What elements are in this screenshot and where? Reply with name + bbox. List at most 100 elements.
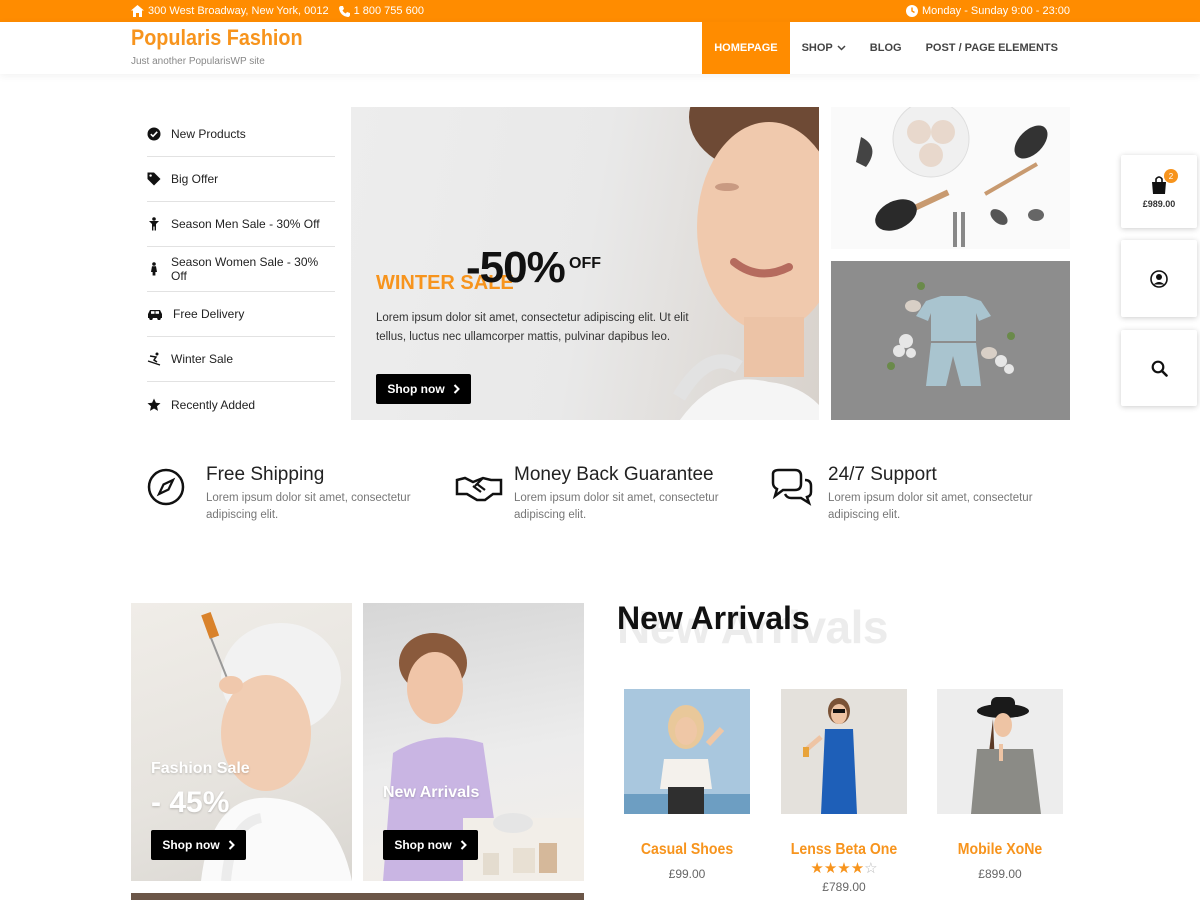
home-icon — [131, 5, 144, 17]
button-label: Shop now — [162, 838, 220, 852]
hero-off-label: OFF — [569, 255, 601, 272]
main-nav: HOMEPAGE SHOP BLOG POST / PAGE ELEMENTS — [702, 22, 1070, 74]
sidebar-item-label: Season Women Sale - 30% Off — [171, 255, 319, 283]
product-price: £99.00 — [668, 867, 706, 881]
top-bar: 300 West Broadway, New York, 0012 1 800 … — [0, 0, 1200, 22]
product-name[interactable]: Casual Shoes — [632, 841, 743, 859]
nav-label: HOMEPAGE — [714, 42, 778, 54]
chevron-right-icon — [228, 840, 235, 850]
product-price: £899.00 — [978, 867, 1022, 881]
sidebar-item-label: Winter Sale — [171, 352, 234, 366]
nav-label: BLOG — [869, 42, 902, 54]
hours-item: Monday - Sunday 9:00 - 23:00 — [906, 5, 1070, 17]
address-text: 300 West Broadway, New York, 0012 — [148, 5, 329, 17]
feature-money-back: Money Back Guarantee Lorem ipsum dolor s… — [455, 462, 755, 532]
feature-desc: Lorem ipsum dolor sit amet, consectetur … — [206, 492, 411, 521]
promo-baby-clothes-image[interactable] — [831, 261, 1070, 420]
hero-discount-percent: -50% — [466, 243, 566, 292]
star-icon — [147, 398, 161, 411]
tag-icon — [147, 172, 161, 186]
sidebar-item-recently-added[interactable]: Recently Added — [147, 382, 335, 427]
category-sidebar: New Products Big Offer Season Men Sale -… — [147, 112, 335, 427]
button-label: Shop now — [387, 382, 445, 396]
sidebar-item-label: Season Men Sale - 30% Off — [171, 217, 320, 231]
product-name[interactable]: Mobile XoNe — [945, 841, 1056, 859]
clock-icon — [906, 5, 919, 17]
sidebar-item-label: New Products — [171, 127, 246, 141]
floating-search-button[interactable] — [1121, 330, 1197, 406]
product-card[interactable]: Lenss Beta One ★★★★☆ £789.00 — [781, 689, 907, 894]
compass-icon — [147, 468, 185, 506]
floating-cart-button[interactable]: 2 £989.00 — [1121, 155, 1197, 228]
nav-label: POST / PAGE ELEMENTS — [925, 42, 1058, 54]
new-arrivals-shop-now-button[interactable]: Shop now — [383, 830, 478, 860]
feature-title: 24/7 Support — [828, 464, 937, 485]
floating-account-button[interactable] — [1121, 240, 1197, 317]
nav-blog[interactable]: BLOG — [858, 22, 914, 74]
hours-text: Monday - Sunday 9:00 - 23:00 — [922, 5, 1070, 17]
fashion-sale-card[interactable]: Fashion Sale - 45% Shop now — [131, 603, 352, 881]
star-icon: ★★★★ — [810, 860, 865, 877]
product-image[interactable] — [624, 689, 750, 814]
button-label: Shop now — [394, 838, 452, 852]
product-name[interactable]: Lenss Beta One — [789, 841, 900, 859]
product-rating: ★★★★☆ — [781, 861, 907, 877]
features-row: Free Shipping Lorem ipsum dolor sit amet… — [147, 462, 1077, 532]
cart-total: £989.00 — [1142, 198, 1176, 209]
product-image[interactable] — [937, 689, 1063, 814]
nav-shop[interactable]: SHOP — [790, 22, 858, 74]
user-circle-icon — [1150, 269, 1168, 288]
hero-banner: WINTER SALE -50% OFF Lorem ipsum dolor s… — [351, 107, 819, 420]
next-banner-preview — [131, 893, 584, 900]
phone-text: 1 800 755 600 — [353, 5, 424, 17]
nav-label: SHOP — [801, 42, 833, 54]
product-card[interactable]: Mobile XoNe £899.00 — [937, 689, 1063, 881]
search-icon — [1151, 360, 1168, 377]
fashion-sale-shop-now-button[interactable]: Shop now — [151, 830, 246, 860]
feature-title: Free Shipping — [206, 464, 325, 485]
hero-description: Lorem ipsum dolor sit amet, consectetur … — [376, 312, 689, 343]
sidebar-item-label: Recently Added — [171, 397, 256, 412]
address-item: 300 West Broadway, New York, 0012 — [131, 5, 329, 17]
chat-bubbles-icon — [771, 468, 813, 506]
product-image[interactable] — [781, 689, 907, 814]
handshake-icon — [455, 476, 503, 502]
product-price: £789.00 — [822, 880, 866, 894]
new-arrivals-card[interactable]: New Arrivals Shop now — [363, 603, 584, 881]
site-logo[interactable]: Popularis Fashion — [131, 25, 303, 51]
sidebar-item-label: Big Offer — [171, 172, 219, 186]
sidebar-item-free-delivery[interactable]: Free Delivery — [147, 292, 335, 337]
card-title: Fashion Sale — [151, 760, 250, 777]
male-icon — [149, 217, 159, 231]
chevron-down-icon — [837, 45, 846, 51]
sidebar-item-big-offer[interactable]: Big Offer — [147, 157, 335, 202]
baby-clothes-illustration — [831, 261, 1070, 420]
section-title: New Arrivals — [617, 600, 810, 636]
hero-shop-now-button[interactable]: Shop now — [376, 374, 471, 404]
feature-desc: Lorem ipsum dolor sit amet, consectetur … — [514, 492, 719, 521]
feature-title: Money Back Guarantee — [514, 464, 714, 485]
cosmetics-illustration — [856, 107, 1048, 247]
female-icon — [151, 262, 157, 276]
sidebar-item-season-men-sale[interactable]: Season Men Sale - 30% Off — [147, 202, 335, 247]
feature-free-shipping: Free Shipping Lorem ipsum dolor sit amet… — [147, 462, 447, 532]
sidebar-item-winter-sale[interactable]: Winter Sale — [147, 337, 335, 382]
sidebar-item-new-products[interactable]: New Products — [147, 112, 335, 157]
nav-post-page-elements[interactable]: POST / PAGE ELEMENTS — [914, 22, 1070, 74]
site-header: Popularis Fashion Just another Popularis… — [0, 22, 1200, 74]
hero-model-image — [672, 107, 819, 420]
phone-icon — [338, 5, 350, 17]
promo-cosmetics-image[interactable] — [831, 107, 1070, 249]
chevron-right-icon — [460, 840, 467, 850]
car-icon — [148, 310, 162, 320]
sidebar-item-season-women-sale[interactable]: Season Women Sale - 30% Off — [147, 247, 335, 292]
sidebar-item-label: Free Delivery — [173, 307, 245, 321]
cart-count-badge: 2 — [1164, 169, 1178, 183]
feature-support: 24/7 Support Lorem ipsum dolor sit amet,… — [769, 462, 1069, 532]
product-card[interactable]: Casual Shoes £99.00 — [624, 689, 750, 881]
nav-homepage[interactable]: HOMEPAGE — [702, 22, 790, 74]
star-empty-icon: ☆ — [864, 860, 878, 877]
phone-item[interactable]: 1 800 755 600 — [338, 5, 424, 17]
feature-desc: Lorem ipsum dolor sit amet, consectetur … — [828, 492, 1033, 521]
card-title: New Arrivals — [383, 784, 480, 801]
